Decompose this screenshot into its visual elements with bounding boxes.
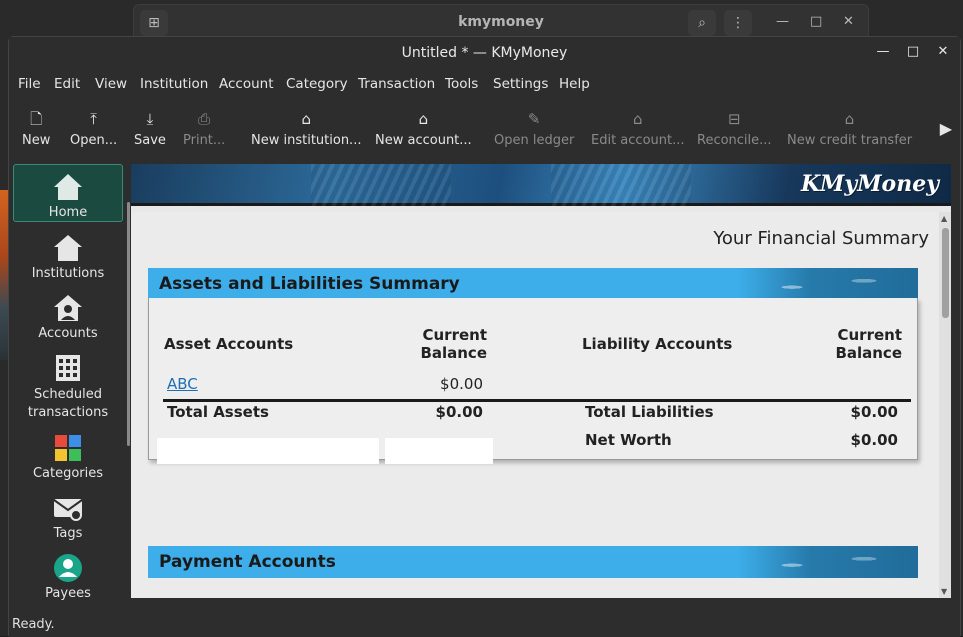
kebab-menu-icon[interactable]: ⋮ bbox=[724, 10, 752, 36]
ornament-decoration bbox=[738, 268, 918, 300]
new-button[interactable]: 🗋 New bbox=[22, 109, 50, 148]
net-worth-label: Net Worth bbox=[585, 431, 672, 449]
maximize-icon[interactable]: □ bbox=[905, 44, 921, 59]
sidebar-item-scheduled-transactions[interactable]: Scheduled transactions bbox=[13, 346, 123, 422]
payees-icon bbox=[54, 554, 82, 582]
assets-liabilities-header: Assets and Liabilities Summary bbox=[148, 268, 918, 300]
toolbar: 🗋 New ⤒ Open... ⤓ Save ⎙ Print... ⌂ New … bbox=[9, 101, 960, 155]
accounts-icon bbox=[54, 295, 82, 321]
asset-accounts-header: Asset Accounts bbox=[164, 335, 294, 353]
menu-category[interactable]: Category bbox=[286, 76, 348, 92]
scrollbar-thumb[interactable] bbox=[942, 228, 949, 318]
menu-account[interactable]: Account bbox=[219, 76, 274, 92]
reconcile-icon: ⊟ bbox=[727, 110, 741, 128]
sidebar-item-accounts[interactable]: Accounts bbox=[13, 286, 123, 344]
menu-file[interactable]: File bbox=[18, 76, 41, 92]
sidebar: Home Institutions Accounts Scheduled tra… bbox=[13, 164, 123, 604]
open-upload-icon: ⤒ bbox=[90, 110, 97, 128]
save-download-icon: ⤓ bbox=[146, 110, 154, 128]
menu-transaction[interactable]: Transaction bbox=[358, 76, 435, 92]
print-button[interactable]: ⎙ Print... bbox=[183, 109, 225, 148]
new-credit-transfer-button[interactable]: ⌂ New credit transfer bbox=[787, 109, 912, 148]
net-worth-value: $0.00 bbox=[850, 431, 898, 449]
status-bar: Ready. bbox=[9, 611, 960, 637]
liability-balance-header: Current Balance bbox=[835, 326, 902, 362]
total-assets-value: $0.00 bbox=[435, 403, 483, 421]
assets-liabilities-card: Asset Accounts Current Balance Liability… bbox=[148, 298, 918, 464]
kmymoney-banner: KMyMoney bbox=[131, 164, 951, 206]
home-icon bbox=[54, 174, 82, 200]
institution-icon bbox=[54, 235, 82, 261]
maximize-icon[interactable]: □ bbox=[810, 14, 822, 29]
table-rule bbox=[163, 399, 911, 402]
new-account-icon: ⌂ bbox=[418, 110, 429, 128]
account-link-abc[interactable]: ABC bbox=[167, 375, 198, 393]
window-title: Untitled * — KMyMoney bbox=[401, 45, 568, 61]
scroll-down-icon[interactable]: ▼ bbox=[941, 587, 947, 596]
edit-account-icon: ⌂ bbox=[632, 110, 643, 128]
desktop: ⊞ kmymoney ⌕ ⋮ — □ ✕ Untitled * — KMyMon… bbox=[0, 0, 963, 637]
menu-view[interactable]: View bbox=[95, 76, 127, 92]
close-icon[interactable]: ✕ bbox=[843, 14, 854, 29]
new-institution-button[interactable]: ⌂ New institution... bbox=[251, 109, 361, 148]
ledger-icon: ✎ bbox=[527, 110, 541, 128]
toolbar-overflow-icon[interactable]: ▶ bbox=[940, 119, 952, 138]
scroll-up-icon[interactable]: ▲ bbox=[941, 214, 947, 223]
main-window: Untitled * — KMyMoney — □ ✕ File Edit Vi… bbox=[8, 36, 961, 637]
payment-accounts-header: Payment Accounts bbox=[148, 546, 918, 578]
search-icon[interactable]: ⌕ bbox=[688, 10, 716, 36]
account-balance: $0.00 bbox=[440, 375, 483, 393]
calendar-icon bbox=[56, 355, 80, 381]
status-text: Ready. bbox=[12, 617, 55, 632]
sidebar-item-payees[interactable]: Payees bbox=[13, 546, 123, 604]
kmymoney-logo: KMyMoney bbox=[800, 171, 939, 197]
open-ledger-button[interactable]: ✎ Open ledger bbox=[494, 109, 574, 148]
menu-help[interactable]: Help bbox=[559, 76, 590, 92]
home-view: KMyMoney Your Financial Summary Assets a… bbox=[131, 164, 951, 598]
liability-accounts-header: Liability Accounts bbox=[582, 335, 733, 353]
page-title: Your Financial Summary bbox=[713, 228, 929, 249]
menu-institution[interactable]: Institution bbox=[140, 76, 208, 92]
sidebar-item-home[interactable]: Home bbox=[13, 164, 123, 222]
asset-balance-header: Current Balance bbox=[420, 326, 487, 362]
tags-icon bbox=[53, 499, 83, 521]
sidebar-item-institutions[interactable]: Institutions bbox=[13, 226, 123, 284]
home-page: Your Financial Summary Assets and Liabil… bbox=[131, 212, 939, 598]
menu-edit[interactable]: Edit bbox=[54, 76, 80, 92]
reconcile-button[interactable]: ⊟ Reconcile... bbox=[697, 109, 772, 148]
desktop-wallpaper-strip bbox=[0, 190, 8, 360]
total-liabilities-value: $0.00 bbox=[850, 403, 898, 421]
printer-icon: ⎙ bbox=[198, 110, 211, 128]
new-account-button[interactable]: ⌂ New account... bbox=[375, 109, 472, 148]
background-window-title: kmymoney bbox=[458, 14, 544, 30]
close-icon[interactable]: ✕ bbox=[935, 44, 951, 59]
sidebar-item-tags[interactable]: Tags bbox=[13, 486, 123, 544]
sidebar-item-categories[interactable]: Categories bbox=[13, 426, 123, 484]
new-institution-icon: ⌂ bbox=[301, 110, 311, 128]
menu-settings[interactable]: Settings bbox=[493, 76, 548, 92]
total-liabilities-label: Total Liabilities bbox=[585, 403, 714, 421]
categories-icon bbox=[55, 435, 81, 461]
content-scrollbar[interactable]: ▲ ▼ bbox=[939, 212, 951, 598]
menu-bar: File Edit View Institution Account Categ… bbox=[9, 71, 960, 97]
credit-transfer-icon: ⌂ bbox=[844, 110, 855, 128]
minimize-icon[interactable]: — bbox=[875, 44, 891, 59]
ornament-decoration bbox=[738, 546, 918, 578]
new-file-icon: 🗋 bbox=[30, 110, 43, 128]
menu-tools[interactable]: Tools bbox=[445, 76, 478, 92]
title-bar[interactable]: Untitled * — KMyMoney — □ ✕ bbox=[9, 37, 960, 69]
minimize-icon[interactable]: — bbox=[776, 14, 789, 29]
edit-account-button[interactable]: ⌂ Edit account... bbox=[591, 109, 685, 148]
save-button[interactable]: ⤓ Save bbox=[134, 109, 166, 148]
open-button[interactable]: ⤒ Open... bbox=[70, 109, 117, 148]
total-assets-label: Total Assets bbox=[167, 403, 269, 421]
sidebar-scrollbar[interactable] bbox=[127, 202, 130, 446]
